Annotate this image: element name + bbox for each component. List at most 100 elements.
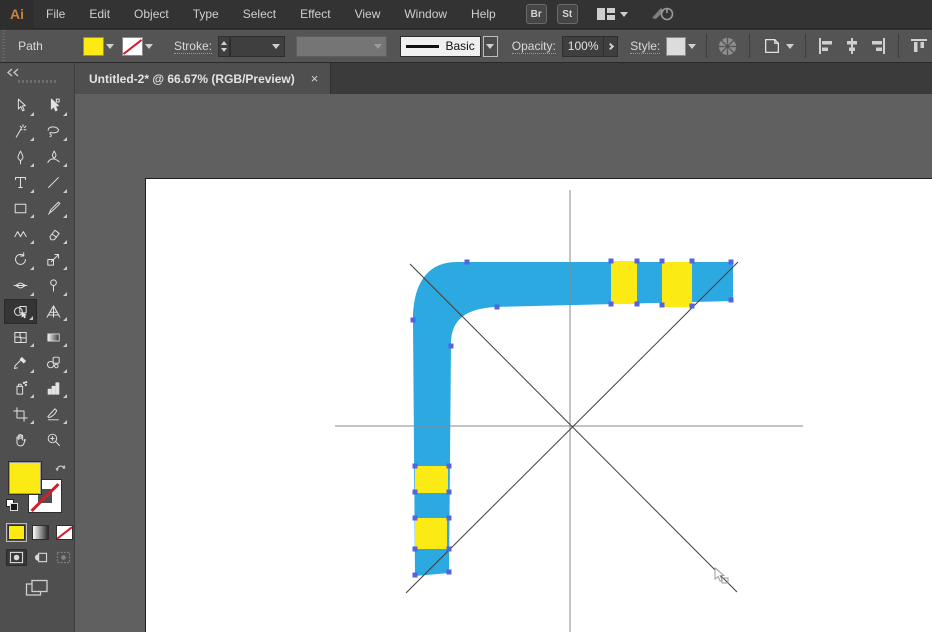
anchor-point[interactable] — [635, 302, 640, 307]
draw-behind-button[interactable] — [30, 549, 51, 566]
pen-tool[interactable] — [4, 144, 37, 170]
anchor-point[interactable] — [413, 547, 418, 552]
opacity-dropdown-arrow[interactable] — [604, 36, 618, 57]
draw-normal-button[interactable] — [6, 549, 27, 566]
gradient-tool[interactable] — [37, 324, 70, 350]
anchor-point[interactable] — [413, 464, 418, 469]
yellow-stripe[interactable] — [415, 466, 448, 493]
graphic-style-swatch[interactable] — [666, 37, 685, 56]
rectangle-tool[interactable] — [4, 196, 37, 222]
screen-mode-button[interactable] — [0, 566, 74, 597]
menu-select[interactable]: Select — [231, 0, 288, 29]
anchor-point[interactable] — [635, 259, 640, 264]
stroke-weight-stepper[interactable] — [218, 36, 230, 57]
scale-tool[interactable] — [37, 247, 70, 273]
yellow-stripe[interactable] — [415, 518, 447, 549]
anchor-point[interactable] — [413, 490, 418, 495]
gpu-performance-icon[interactable] — [650, 4, 676, 25]
anchor-point[interactable] — [465, 260, 470, 265]
menu-help[interactable]: Help — [459, 0, 508, 29]
menu-view[interactable]: View — [343, 0, 393, 29]
stroke-weight-combobox[interactable] — [230, 36, 286, 57]
anchor-point[interactable] — [413, 516, 418, 521]
stroke-color-swatch[interactable] — [122, 37, 143, 56]
diagonal-line-tlbr[interactable] — [410, 264, 737, 592]
anchor-point[interactable] — [660, 303, 665, 308]
fill-color-swatch[interactable] — [83, 37, 104, 56]
anchor-point[interactable] — [449, 344, 454, 349]
menu-object[interactable]: Object — [122, 0, 181, 29]
stroke-color-dropdown[interactable] — [143, 37, 156, 56]
anchor-point[interactable] — [413, 573, 418, 578]
document-tab[interactable]: Untitled-2* @ 66.67% (RGB/Preview) × — [75, 63, 331, 94]
eraser-tool[interactable] — [37, 221, 70, 247]
anchor-point[interactable] — [447, 490, 452, 495]
style-label[interactable]: Style: — [630, 39, 660, 54]
none-mode-button[interactable] — [56, 525, 73, 540]
symbol-sprayer-tool[interactable] — [4, 376, 37, 402]
paintbrush-tool[interactable] — [37, 196, 70, 222]
align-horizontal-center-button[interactable] — [839, 37, 865, 55]
brush-dropdown-button[interactable] — [483, 36, 498, 57]
color-mode-button[interactable] — [8, 525, 25, 540]
column-graph-tool[interactable] — [37, 376, 70, 402]
document-setup-button[interactable] — [757, 36, 798, 56]
anchor-point[interactable] — [690, 259, 695, 264]
lasso-tool[interactable] — [37, 119, 70, 145]
bridge-button[interactable]: Br — [526, 4, 547, 24]
zoom-tool[interactable] — [37, 427, 70, 453]
anchor-point[interactable] — [729, 260, 734, 265]
selection-tool[interactable] — [4, 93, 37, 119]
curvature-tool[interactable] — [37, 144, 70, 170]
shaper-tool[interactable] — [4, 221, 37, 247]
menu-file[interactable]: File — [34, 0, 77, 29]
menu-effect[interactable]: Effect — [288, 0, 342, 29]
opacity-label[interactable]: Opacity: — [512, 39, 556, 54]
mesh-tool[interactable] — [4, 324, 37, 350]
stroke-weight-label[interactable]: Stroke: — [174, 39, 212, 54]
anchor-point[interactable] — [729, 298, 734, 303]
gradient-mode-button[interactable] — [32, 525, 49, 540]
width-tool[interactable] — [4, 273, 37, 299]
anchor-point[interactable] — [411, 318, 416, 323]
artwork-layer[interactable] — [75, 94, 932, 632]
swap-fill-stroke-icon[interactable] — [54, 461, 68, 473]
type-tool[interactable] — [4, 170, 37, 196]
line-segment-tool[interactable] — [37, 170, 70, 196]
yellow-stripe[interactable] — [611, 261, 637, 304]
canvas-pasteboard[interactable] — [75, 94, 932, 632]
slice-tool[interactable] — [37, 401, 70, 427]
perspective-grid-tool[interactable] — [37, 299, 70, 325]
shape-builder-tool[interactable] — [4, 299, 37, 325]
panel-drag-grip[interactable] — [18, 80, 56, 83]
anchor-point[interactable] — [447, 516, 452, 521]
tab-close-button[interactable]: × — [309, 71, 321, 86]
pipe-shape[interactable] — [413, 262, 733, 576]
opacity-input[interactable]: 100% — [562, 36, 604, 57]
anchor-point[interactable] — [447, 547, 452, 552]
anchor-point[interactable] — [609, 302, 614, 307]
recolor-artwork-button[interactable] — [713, 36, 742, 57]
anchor-point[interactable] — [447, 464, 452, 469]
brush-definition-combobox[interactable]: Basic — [400, 36, 481, 57]
workspace-switcher[interactable] — [596, 7, 628, 21]
yellow-stripe[interactable] — [662, 262, 692, 307]
eyedropper-tool[interactable] — [4, 350, 37, 376]
artboard-tool[interactable] — [4, 401, 37, 427]
anchor-point[interactable] — [495, 305, 500, 310]
anchor-point[interactable] — [660, 259, 665, 264]
menu-window[interactable]: Window — [392, 0, 459, 29]
anchor-point[interactable] — [447, 570, 452, 575]
stock-button[interactable]: St — [557, 4, 578, 24]
fill-swatch[interactable] — [8, 461, 42, 495]
align-horizontal-left-button[interactable] — [813, 37, 839, 55]
collapse-panel-icon[interactable] — [6, 68, 20, 77]
menu-type[interactable]: Type — [181, 0, 231, 29]
align-vertical-top-button[interactable] — [906, 37, 932, 55]
hand-tool[interactable] — [4, 427, 37, 453]
anchor-point[interactable] — [609, 259, 614, 264]
direct-selection-tool[interactable] — [37, 93, 70, 119]
anchor-point[interactable] — [690, 304, 695, 309]
default-fill-stroke-icon[interactable] — [6, 499, 18, 511]
align-horizontal-right-button[interactable] — [865, 37, 891, 55]
